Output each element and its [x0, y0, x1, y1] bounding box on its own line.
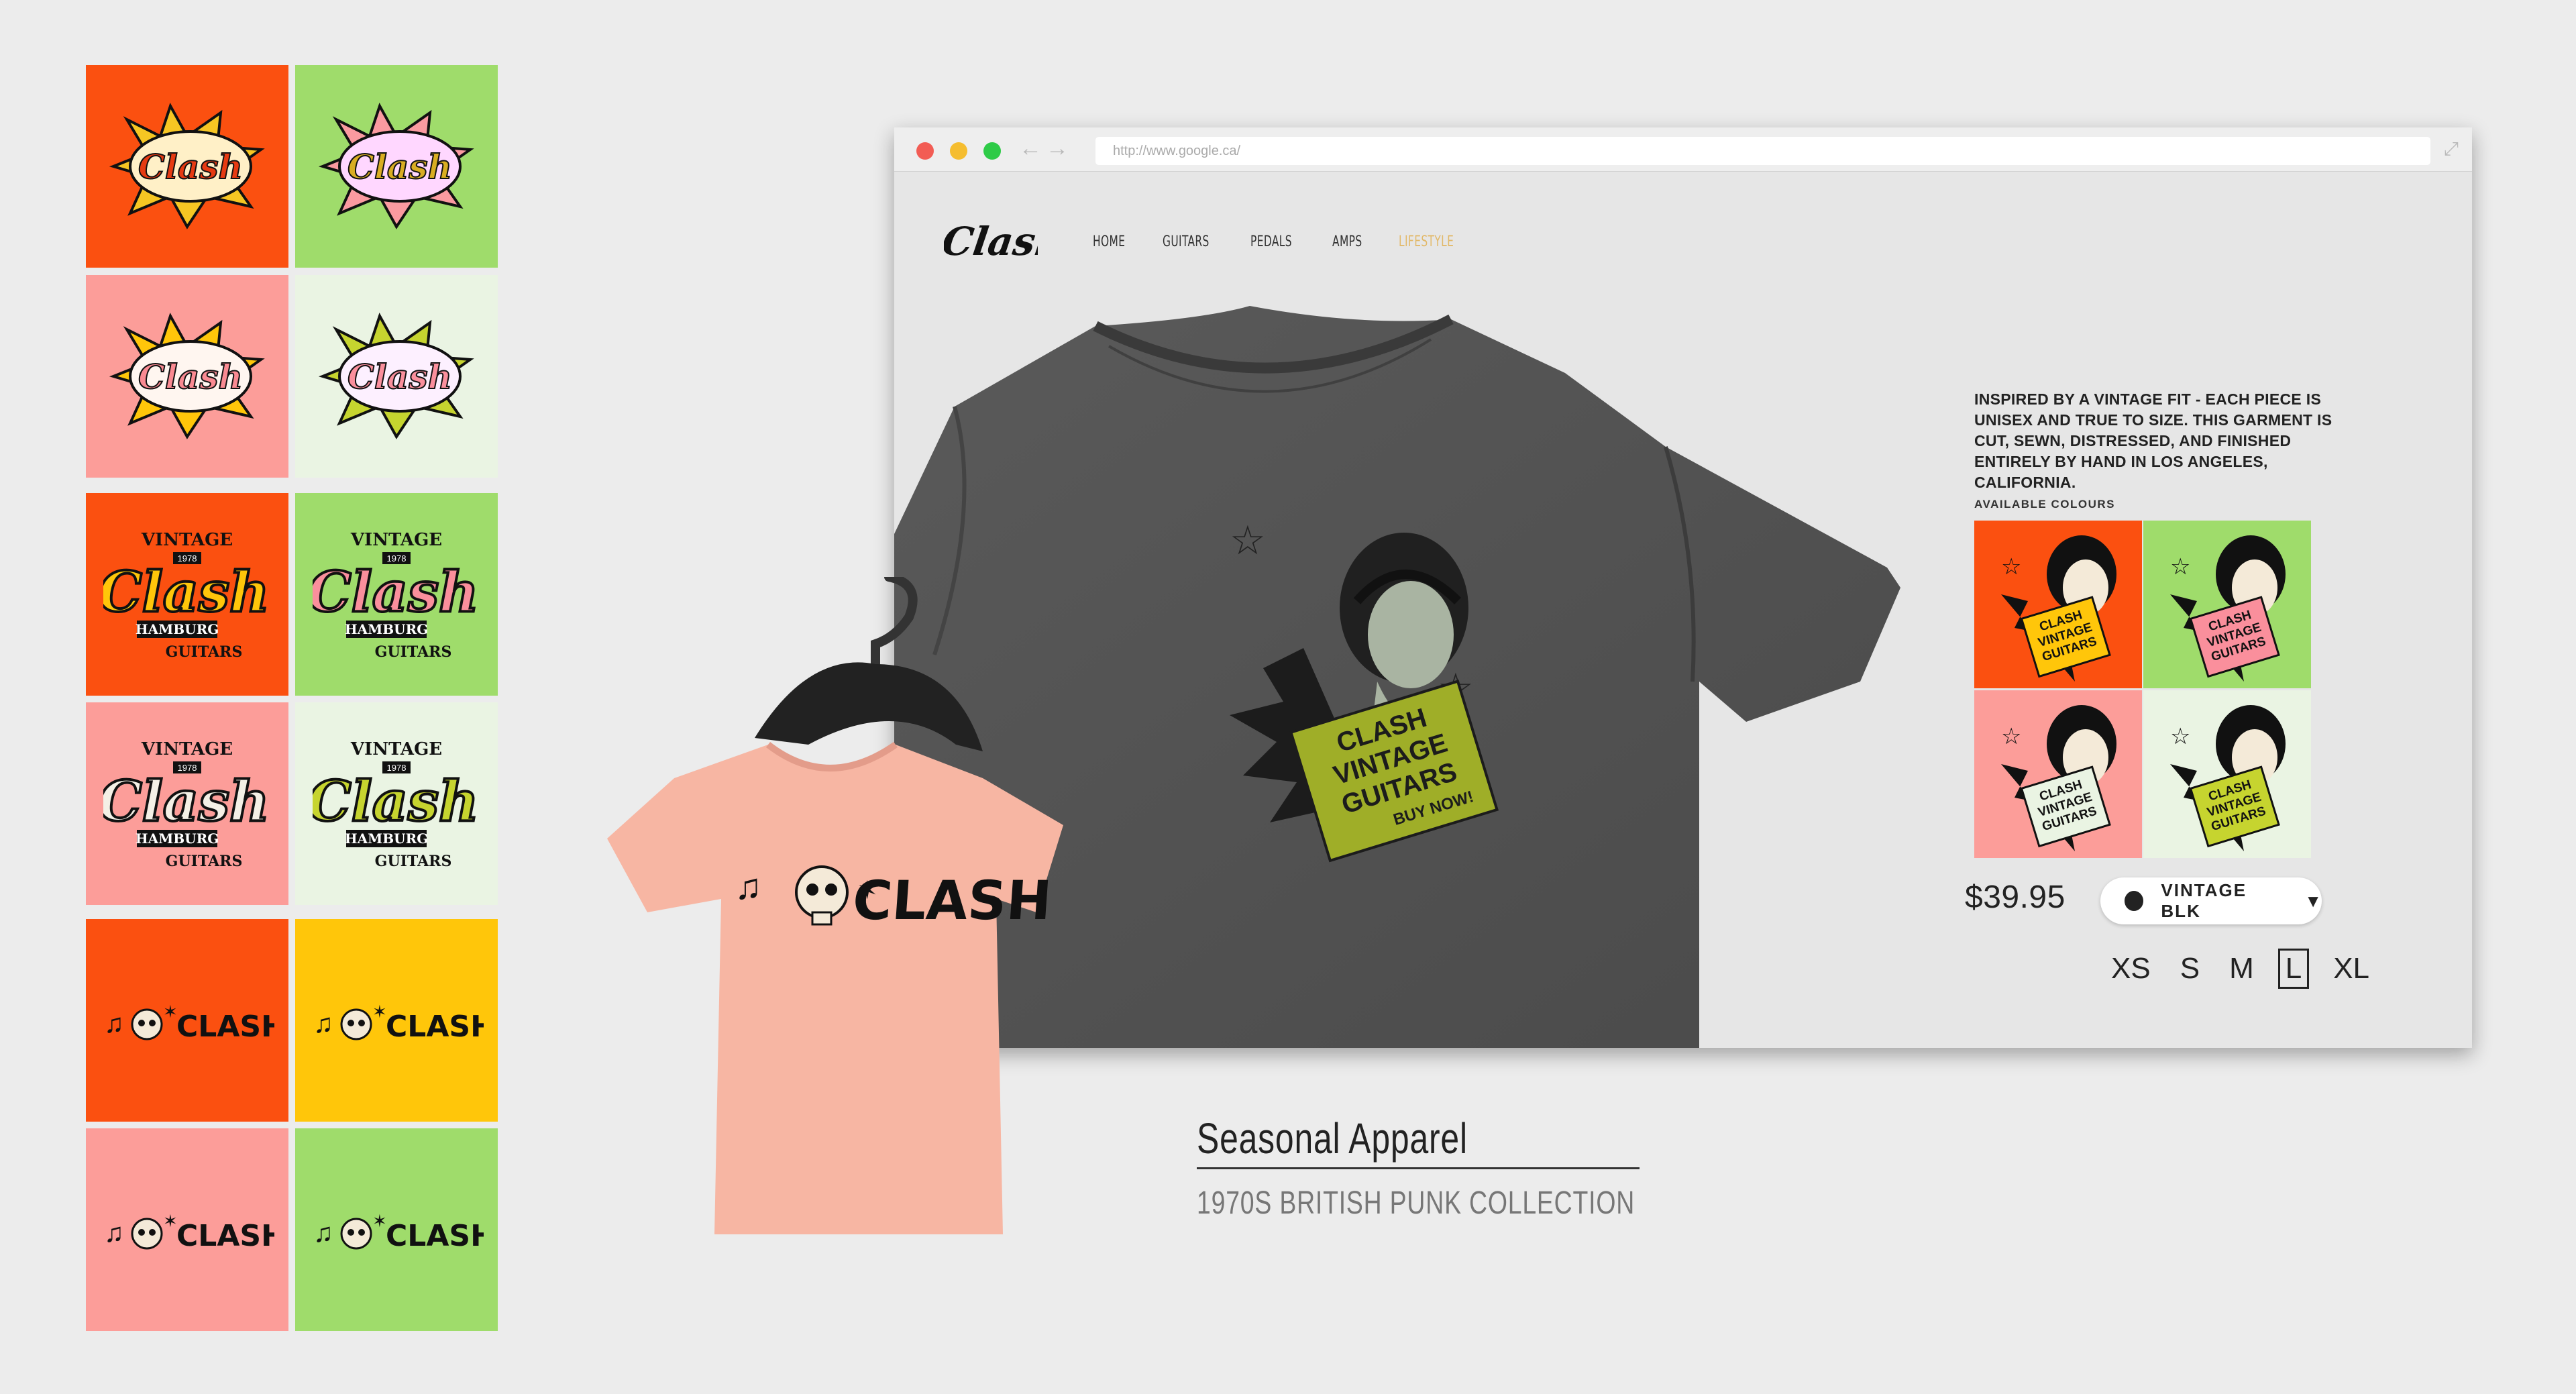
kid-shirt-text: CLASH: [851, 869, 1054, 932]
size-l[interactable]: L: [2277, 949, 2310, 989]
nav-pedals[interactable]: PEDALS: [1250, 233, 1292, 250]
browser-toolbar: ← → http://www.google.ca/ ⤢: [894, 127, 2472, 172]
expand-icon[interactable]: ⤢: [2444, 138, 2459, 160]
svg-text:✶: ✶: [163, 1002, 178, 1022]
arrow-right-icon[interactable]: →: [1046, 137, 1069, 160]
product-price: $39.95: [1965, 879, 2065, 915]
svg-text:GUITARS: GUITARS: [166, 643, 243, 661]
svg-text:CLASH: CLASH: [176, 1219, 274, 1253]
site-logo-text: Clash: [944, 218, 1038, 264]
clash-skull-logo-tile: ♫ ✶ CLASH: [86, 1128, 288, 1331]
svg-text:GUITARS: GUITARS: [166, 853, 243, 870]
caption-subtitle: 1970S BRITISH PUNK COLLECTION: [1197, 1185, 1635, 1221]
clash-badge-logo-tile: VINTAGE 1978 Clash HAMBURG GUITARS: [86, 702, 288, 905]
svg-text:HAMBURG: HAMBURG: [345, 621, 429, 637]
svg-text:VINTAGE: VINTAGE: [350, 530, 442, 550]
main-nav: HOME GUITARS PEDALS AMPS LIFESTYLE: [1093, 233, 1470, 250]
svg-text:VINTAGE: VINTAGE: [141, 739, 233, 759]
colour-dot-icon: [2125, 891, 2144, 911]
size-m[interactable]: M: [2224, 951, 2259, 987]
svg-text:Clash: Clash: [103, 560, 270, 625]
selected-colour: VINTAGE BLK: [2161, 880, 2247, 921]
nav-lifestyle[interactable]: LIFESTYLE: [1399, 233, 1454, 250]
svg-text:Clash: Clash: [313, 560, 479, 625]
svg-text:Clash: Clash: [138, 357, 243, 396]
kid-tshirt-image: ♫ ✶ CLASH: [607, 577, 1063, 1234]
svg-text:♫: ♫: [313, 1009, 333, 1038]
clash-burst-logo-tile: Clash: [295, 275, 498, 478]
svg-text:♫: ♫: [104, 1009, 124, 1038]
clash-badge-logo-tile: VINTAGE 1978 Clash HAMBURG GUITARS: [86, 493, 288, 696]
svg-text:✶: ✶: [163, 1211, 178, 1231]
size-xs[interactable]: XS: [2106, 951, 2156, 987]
svg-text:CLASH: CLASH: [386, 1219, 484, 1253]
svg-text:GUITARS: GUITARS: [375, 643, 452, 661]
svg-text:Clash: Clash: [103, 769, 270, 834]
svg-text:Clash: Clash: [347, 357, 452, 396]
skull-icon: [795, 865, 849, 919]
svg-text:♫: ♫: [104, 1218, 124, 1248]
minimize-window-button[interactable]: [950, 142, 967, 160]
arrow-left-icon[interactable]: ←: [1019, 137, 1042, 160]
svg-text:☆: ☆: [2170, 554, 2190, 580]
nav-home[interactable]: HOME: [1093, 233, 1125, 250]
clash-skull-logo-tile: ♫ ✶ CLASH: [295, 1128, 498, 1331]
svg-text:CLASH: CLASH: [176, 1010, 274, 1044]
hanger-hook: [871, 577, 918, 676]
nav-amps[interactable]: AMPS: [1332, 233, 1362, 250]
address-bar[interactable]: http://www.google.ca/: [1095, 137, 2430, 165]
product-description: INSPIRED BY A VINTAGE FIT - EACH PIECE I…: [1974, 390, 2332, 491]
clash-burst-logo-tile: Clash: [86, 275, 288, 478]
clash-skull-logo-tile: ♫ ✶ CLASH: [295, 919, 498, 1122]
svg-text:♫: ♫: [313, 1218, 333, 1248]
browser-window: ← → http://www.google.ca/ ⤢ Clash HOME G…: [894, 127, 2472, 1048]
caption-title: Seasonal Apparel: [1197, 1114, 1468, 1163]
svg-text:CLASH: CLASH: [386, 1010, 484, 1044]
hanger: [755, 662, 983, 751]
site-logo[interactable]: Clash: [939, 212, 1067, 276]
web-page: Clash HOME GUITARS PEDALS AMPS LIFESTYLE: [894, 172, 2472, 1048]
clash-badge-logo-tile: VINTAGE 1978 Clash HAMBURG GUITARS: [295, 702, 498, 905]
svg-text:HAMBURG: HAMBURG: [136, 830, 219, 847]
caption-divider: [1197, 1167, 1640, 1169]
chevron-down-icon: ▼: [2304, 890, 2322, 911]
svg-text:Clash: Clash: [313, 769, 479, 834]
svg-text:✶: ✶: [372, 1211, 387, 1231]
svg-text:HAMBURG: HAMBURG: [345, 830, 429, 847]
svg-text:☆: ☆: [2170, 724, 2190, 749]
size-selector: XS S M L XL: [2106, 949, 2375, 989]
clash-skull-logo-tile: ♫ ✶ CLASH: [86, 919, 288, 1122]
svg-text:VINTAGE: VINTAGE: [350, 739, 442, 759]
svg-text:☆: ☆: [2001, 724, 2021, 749]
size-s[interactable]: S: [2175, 951, 2205, 987]
svg-text:☆: ☆: [2001, 554, 2021, 580]
available-colours-label: AVAILABLE COLOURS: [1974, 498, 2115, 511]
svg-text:HAMBURG: HAMBURG: [136, 621, 219, 637]
colour-dropdown[interactable]: VINTAGE BLK ▼: [2100, 877, 2322, 924]
clash-badge-logo-tile: VINTAGE 1978 Clash HAMBURG GUITARS: [295, 493, 498, 696]
svg-text:Clash: Clash: [347, 147, 452, 186]
svg-text:Clash: Clash: [138, 147, 243, 186]
svg-text:✶: ✶: [372, 1002, 387, 1022]
svg-text:GUITARS: GUITARS: [375, 853, 452, 870]
maximize-window-button[interactable]: [983, 142, 1001, 160]
size-xl[interactable]: XL: [2328, 951, 2375, 987]
svg-text:☆: ☆: [1230, 518, 1266, 563]
close-window-button[interactable]: [916, 142, 934, 160]
colour-swatch[interactable]: ☆ CLASH VINTAGE GUITARS: [2143, 690, 2311, 858]
clash-burst-logo-tile: Clash: [86, 65, 288, 268]
svg-text:♫: ♫: [735, 867, 762, 907]
colour-swatch[interactable]: ☆ CLASH VINTAGE GUITARS: [1974, 521, 2142, 688]
svg-text:VINTAGE: VINTAGE: [141, 530, 233, 550]
colour-swatch[interactable]: ☆ CLASH VINTAGE GUITARS: [2143, 521, 2311, 688]
nav-guitars[interactable]: GUITARS: [1163, 233, 1210, 250]
colour-swatch[interactable]: ☆ CLASH VINTAGE GUITARS: [1974, 690, 2142, 858]
clash-burst-logo-tile: Clash: [295, 65, 498, 268]
